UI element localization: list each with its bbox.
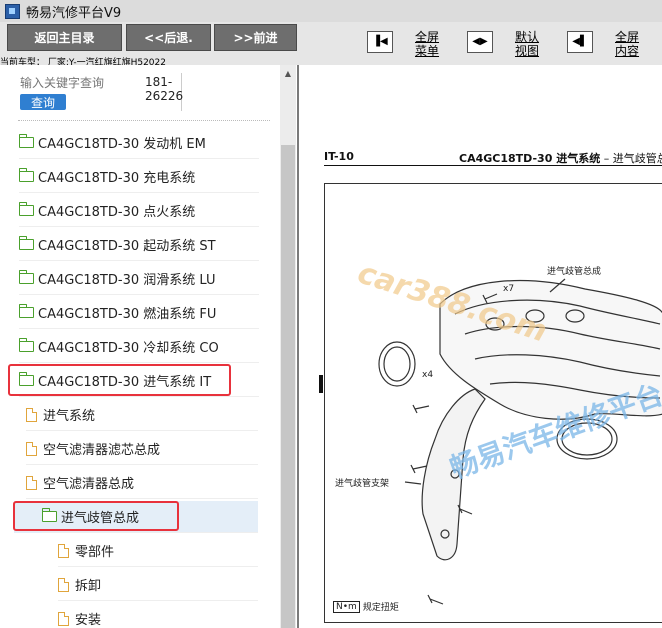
tree-item-label: CA4GC18TD-30 润滑系统 LU xyxy=(38,273,216,288)
document-icon xyxy=(58,577,69,592)
tree-item-label: CA4GC18TD-30 起动系统 ST xyxy=(38,239,216,254)
tree-item-label: 空气滤清器滤芯总成 xyxy=(43,443,161,458)
folder-icon xyxy=(19,134,34,148)
edge-mark xyxy=(319,375,323,393)
scroll-up-icon[interactable]: ▲ xyxy=(280,67,296,81)
fullscreen-content-link[interactable]: 全屏 内容 xyxy=(615,30,639,58)
tree-item[interactable]: 空气滤清器滤芯总成 xyxy=(26,433,258,465)
tree-item-label: 空气滤清器总成 xyxy=(43,477,135,492)
fullscreen-menu-icon[interactable]: ▐◀ xyxy=(367,31,393,53)
search-input[interactable] xyxy=(20,75,130,91)
highlight-box xyxy=(13,501,179,531)
app-title: 畅易汽修平台V9 xyxy=(26,5,122,21)
bracket-label: 进气歧管支架 xyxy=(335,479,390,489)
code-text: 181- 26226 xyxy=(145,75,184,103)
folder-icon xyxy=(19,270,34,284)
folder-icon xyxy=(19,202,34,216)
back-button[interactable]: <<后退. xyxy=(126,24,211,51)
tree-item[interactable]: CA4GC18TD-30 起动系统 ST xyxy=(19,229,259,261)
app-icon xyxy=(5,3,20,19)
tree-item[interactable]: CA4GC18TD-30 充电系统 xyxy=(19,161,259,193)
doc-title: CA4GC18TD-30 进气系统 – 进气歧管总成 xyxy=(459,152,662,165)
tree-item-label: CA4GC18TD-30 点火系统 xyxy=(38,205,196,220)
title-bar: 畅易汽修平台V9 xyxy=(0,0,662,23)
tree-item-label: 安装 xyxy=(75,613,102,628)
search-separator xyxy=(18,120,270,121)
tree-item-label: CA4GC18TD-30 冷却系统 CO xyxy=(38,341,219,356)
doc-rule xyxy=(324,165,662,166)
torque-unit: N•m xyxy=(333,600,360,613)
back-to-main-button[interactable]: 返回主目录 xyxy=(7,24,122,51)
document-icon xyxy=(26,475,37,490)
tree-item[interactable]: CA4GC18TD-30 发动机 EM xyxy=(19,127,259,159)
tree-item[interactable]: CA4GC18TD-30 燃油系统 FU xyxy=(19,297,259,329)
tree-item-label: 拆卸 xyxy=(75,579,102,594)
tree-item-label: CA4GC18TD-30 燃油系统 FU xyxy=(38,307,217,322)
torque-text: 规定扭矩 xyxy=(362,603,399,613)
highlight-box xyxy=(8,364,231,396)
folder-icon xyxy=(19,338,34,352)
manifold-label: 进气歧管总成 xyxy=(547,267,602,277)
fullscreen-menu-link[interactable]: 全屏 菜单 xyxy=(415,30,439,58)
tree-item[interactable]: 进气系统 xyxy=(26,399,258,431)
search-button[interactable]: 查询 xyxy=(20,94,66,110)
scrollbar-thumb[interactable] xyxy=(281,145,295,628)
document-icon xyxy=(26,441,37,456)
torque-legend: N•m 规定扭矩 xyxy=(333,600,399,613)
doc-code: IT-10 xyxy=(324,150,354,163)
qty-x4-label: x4 xyxy=(422,370,434,380)
toolbar: 返回主目录 <<后退. >>前进 ▐◀ 全屏 菜单 ◀▶ 默认 视图 ◀▌ 全屏… xyxy=(0,22,662,68)
default-view-link[interactable]: 默认 视图 xyxy=(515,30,539,58)
default-view-icon[interactable]: ◀▶ xyxy=(467,31,493,53)
tree-item[interactable]: 空气滤清器总成 xyxy=(26,467,258,499)
forward-button[interactable]: >>前进 xyxy=(214,24,297,51)
tree-item-label: 进气系统 xyxy=(43,409,96,424)
document-icon xyxy=(58,543,69,558)
tree-item[interactable]: CA4GC18TD-30 润滑系统 LU xyxy=(19,263,259,295)
tree-item[interactable]: CA4GC18TD-30 点火系统 xyxy=(19,195,259,227)
folder-icon xyxy=(19,236,34,250)
document-icon xyxy=(26,407,37,422)
tree-item[interactable]: CA4GC18TD-30 冷却系统 CO xyxy=(19,331,259,363)
fullscreen-content-icon[interactable]: ◀▌ xyxy=(567,31,593,53)
tree-item[interactable]: 零部件 xyxy=(58,535,258,567)
left-tree-panel: 查询 181- 26226 CA4GC18TD-30 发动机 EM CA4GC18… xyxy=(0,65,297,628)
tree-item[interactable]: 安装 xyxy=(58,603,258,628)
tree-item[interactable]: 拆卸 xyxy=(58,569,258,601)
tree-item-label: CA4GC18TD-30 充电系统 xyxy=(38,171,196,186)
folder-icon xyxy=(19,168,34,182)
qty-x7-label: x7 xyxy=(503,284,515,294)
tree-item-label: 零部件 xyxy=(75,545,115,560)
document-icon xyxy=(58,611,69,626)
folder-icon xyxy=(19,304,34,318)
document-panel: IT-10 CA4GC18TD-30 进气系统 – 进气歧管总成 xyxy=(299,65,662,628)
tree-item-label: CA4GC18TD-30 发动机 EM xyxy=(38,137,206,152)
